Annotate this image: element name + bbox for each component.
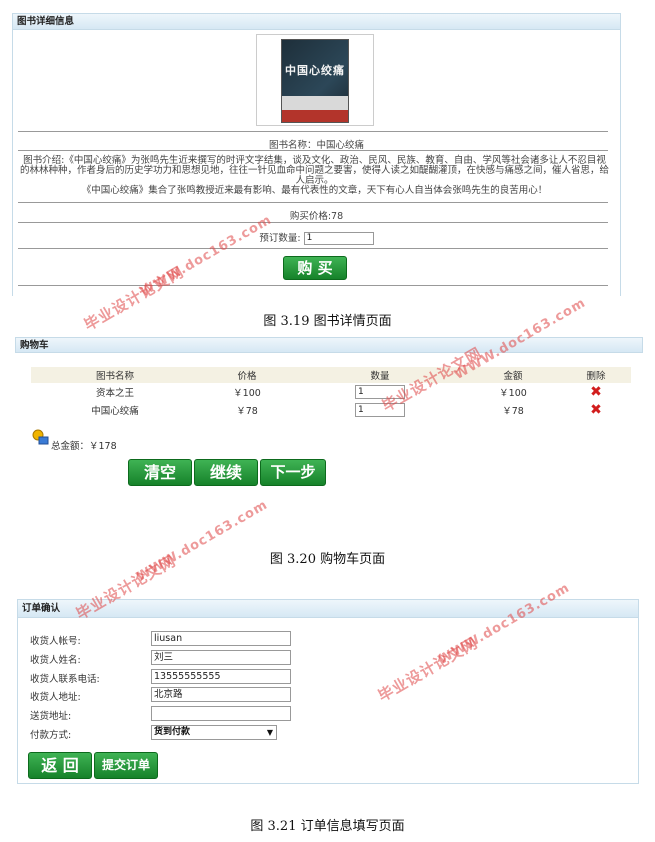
order-panel: 订单确认 收货人帐号: liusan 收货人姓名: 刘三 收货人联系电话: 13… <box>17 599 639 784</box>
money-icon <box>32 428 49 445</box>
cart-title: 购物车 <box>15 337 643 353</box>
cart-price: ￥100 <box>233 388 261 399</box>
watermark-url: WWW.doc163.com <box>134 497 271 585</box>
book-name-line: 图书名称：中国心绞痛 <box>268 140 364 151</box>
phone-input[interactable]: 13555555555 <box>151 669 291 684</box>
cart-amount: ￥100 <box>499 388 527 399</box>
divider <box>18 285 608 286</box>
divider <box>18 131 608 132</box>
clear-button[interactable]: 清空 <box>128 459 192 486</box>
submit-order-button[interactable]: 提交订单 <box>94 752 158 779</box>
payment-select[interactable]: 货到付款 ▼ <box>151 725 277 740</box>
divider <box>18 248 608 249</box>
divider <box>18 150 608 151</box>
delivery-address-input[interactable] <box>151 706 291 721</box>
cart-book-name: 中国心绞痛 <box>91 406 139 417</box>
cart-book-name: 资本之王 <box>95 388 134 399</box>
divider <box>18 202 608 203</box>
continue-button[interactable]: 继续 <box>194 459 258 486</box>
payment-value: 货到付款 <box>154 727 191 737</box>
buy-button[interactable]: 购 买 <box>283 256 347 280</box>
name-input[interactable]: 刘三 <box>151 650 291 665</box>
field-label: 送货地址: <box>30 711 72 722</box>
caption-fig-3-21: 图 3.21 订单信息填写页面 <box>250 819 405 834</box>
table-row: 资本之王 ￥100 1 ￥100 ✖ <box>31 383 631 401</box>
book-detail-title: 图书详细信息 <box>13 14 620 30</box>
account-input[interactable]: liusan <box>151 631 291 646</box>
next-step-button[interactable]: 下一步 <box>260 459 326 486</box>
chevron-down-icon: ▼ <box>266 728 273 737</box>
cart-total: 总金额：￥178 <box>51 441 117 452</box>
book-intro: 图书介绍:《中国心绞痛》为张鸣先生近来撰写的时评文字结集，谈及文化、政治、民风、… <box>19 156 610 196</box>
delete-icon[interactable]: ✖ <box>590 402 602 418</box>
back-button[interactable]: 返 回 <box>28 752 92 779</box>
book-intro-paragraph-2: 《中国心绞痛》集合了张鸣教授近来最有影响、最有代表性的文章，天下有心人自当体会张… <box>81 185 548 196</box>
book-intro-paragraph-1: 图书介绍:《中国心绞痛》为张鸣先生近来撰写的时评文字结集，谈及文化、政治、民风、… <box>19 155 609 186</box>
divider <box>18 222 608 223</box>
book-detail-panel: 图书详细信息 中国心绞痛 图书名称：中国心绞痛 图书介绍:《中国心绞痛》为张鸣先… <box>12 13 621 296</box>
field-label: 收货人姓名: <box>30 655 81 666</box>
cover-title: 中国心绞痛 <box>285 64 345 77</box>
cart-amount: ￥78 <box>502 406 524 417</box>
price-line: 购买价格:78 <box>289 211 344 222</box>
field-label: 收货人帐号: <box>30 636 81 647</box>
field-label: 收货人联系电话: <box>30 674 100 685</box>
caption-fig-3-20: 图 3.20 购物车页面 <box>269 552 386 567</box>
field-label: 付款方式: <box>30 730 72 741</box>
cart-panel: 购物车 图书名称 价格 数量 金额 删除 资本之王 ￥100 1 ￥100 ✖ … <box>15 337 643 497</box>
qty-label: 预订数量: <box>259 233 301 244</box>
field-label: 收货人地址: <box>30 692 81 703</box>
qty-row: 预订数量: 1 <box>13 230 620 245</box>
delete-icon[interactable]: ✖ <box>590 384 602 400</box>
cart-header-row: 图书名称 价格 数量 金额 删除 <box>31 367 631 383</box>
address-input[interactable]: 北京路 <box>151 687 291 702</box>
col-delete: 删除 <box>561 367 631 383</box>
cart-price: ￥78 <box>236 406 258 417</box>
cart-table: 图书名称 价格 数量 金额 删除 资本之王 ￥100 1 ￥100 ✖ 中国心绞… <box>31 367 631 419</box>
table-row: 中国心绞痛 ￥78 1 ￥78 ✖ <box>31 401 631 419</box>
col-book-name: 图书名称 <box>31 367 199 383</box>
qty-input[interactable]: 1 <box>303 232 374 245</box>
book-cover-frame: 中国心绞痛 <box>256 34 374 126</box>
book-cover-image: 中国心绞痛 <box>281 39 349 123</box>
col-price: 价格 <box>199 367 295 383</box>
